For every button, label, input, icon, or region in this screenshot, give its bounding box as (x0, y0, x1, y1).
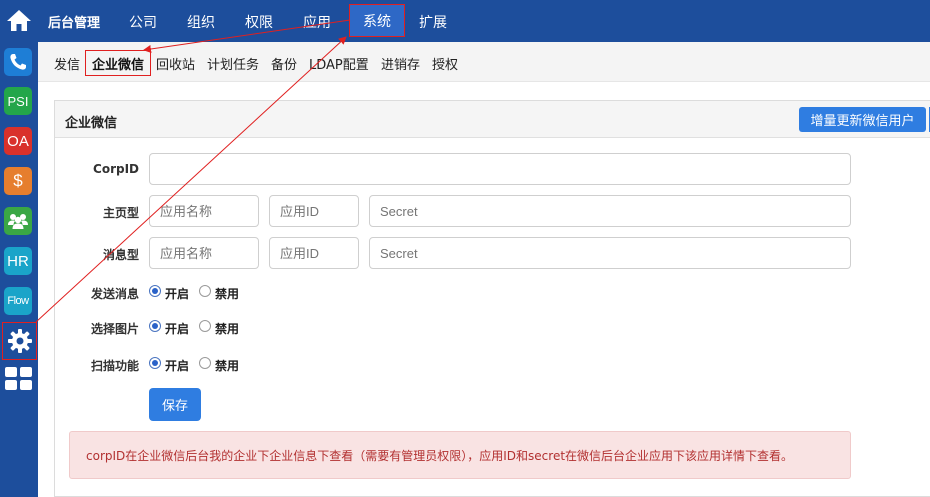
subnav-backup[interactable]: 备份 (271, 54, 297, 73)
select-image-off-radio[interactable] (199, 320, 211, 332)
home-icon[interactable] (5, 8, 33, 32)
subnav-license[interactable]: 授权 (432, 54, 458, 73)
admin-brand-title: 后台管理 (48, 16, 101, 31)
select-image-on-radio[interactable] (149, 320, 161, 332)
select-image-on-label[interactable]: 开启 (165, 320, 189, 337)
subnav-send-message[interactable]: 发信 (54, 54, 80, 73)
panel-title: 企业微信 (65, 116, 118, 131)
phone-icon (10, 54, 26, 70)
gear-icon (7, 329, 32, 353)
subnav-ldap-config[interactable]: LDAP配置 (309, 54, 369, 73)
scan-function-on-radio[interactable] (149, 357, 161, 369)
scan-function-off-label[interactable]: 禁用 (215, 357, 239, 374)
main-app-id-input[interactable] (269, 195, 359, 227)
system-subnav: 发信 企业微信 回收站 计划任务 备份 LDAP配置 进销存 授权 (38, 42, 930, 82)
send-message-off-label[interactable]: 禁用 (215, 285, 239, 302)
phone-app-button[interactable] (4, 48, 32, 76)
main-app-label: 主页型 (102, 206, 139, 220)
send-message-on-radio[interactable] (149, 285, 161, 297)
send-message-on-label[interactable]: 开启 (165, 285, 189, 302)
users-icon (8, 214, 28, 229)
panel-header: 企业微信 增量更新微信用户 (55, 101, 930, 138)
settings-app-button[interactable] (2, 322, 37, 360)
subnav-inventory[interactable]: 进销存 (381, 54, 420, 73)
grid-icon[interactable] (5, 367, 32, 390)
topnav-company[interactable]: 公司 (129, 12, 157, 32)
topnav-extensions[interactable]: 扩展 (419, 12, 447, 32)
save-button[interactable]: 保存 (149, 388, 201, 421)
send-message-label: 发送消息 (90, 287, 139, 301)
oa-app-button[interactable]: OA (4, 127, 32, 155)
main-app-name-input[interactable] (149, 195, 259, 227)
corpid-label: CorpID (93, 162, 139, 176)
message-app-id-input[interactable] (269, 237, 359, 269)
send-message-off-radio[interactable] (199, 285, 211, 297)
psi-app-button[interactable]: PSI (4, 87, 32, 115)
subnav-scheduled-tasks[interactable]: 计划任务 (207, 54, 259, 73)
hr-app-button[interactable]: HR (4, 247, 32, 275)
subnav-wecom[interactable]: 企业微信 (85, 50, 151, 76)
help-note: corpID在企业微信后台我的企业下企业信息下查看（需要有管理员权限），应用ID… (69, 431, 851, 479)
scan-function-off-radio[interactable] (199, 357, 211, 369)
subnav-recycle-bin[interactable]: 回收站 (156, 54, 195, 73)
select-image-label: 选择图片 (90, 322, 139, 336)
scan-function-on-label[interactable]: 开启 (165, 357, 189, 374)
top-navigation-bar: 后台管理 公司 组织 权限 应用 系统 扩展 (38, 0, 930, 42)
main-secret-input[interactable] (369, 195, 851, 227)
topnav-permissions[interactable]: 权限 (245, 12, 273, 32)
message-app-name-input[interactable] (149, 237, 259, 269)
flow-app-button[interactable]: Flow (4, 287, 32, 315)
topnav-organization[interactable]: 组织 (187, 12, 215, 32)
select-image-off-label[interactable]: 禁用 (215, 320, 239, 337)
message-secret-input[interactable] (369, 237, 851, 269)
finance-app-button[interactable]: $ (4, 167, 32, 195)
users-app-button[interactable] (4, 207, 32, 235)
topnav-system[interactable]: 系统 (349, 4, 405, 37)
corpid-input[interactable] (149, 153, 851, 185)
left-app-rail: PSI OA $ HR Flow (0, 0, 38, 497)
scan-function-label: 扫描功能 (90, 359, 139, 373)
message-app-label: 消息型 (102, 248, 139, 262)
topnav-applications[interactable]: 应用 (303, 12, 331, 32)
sync-wecom-users-button[interactable]: 增量更新微信用户 (799, 107, 926, 132)
